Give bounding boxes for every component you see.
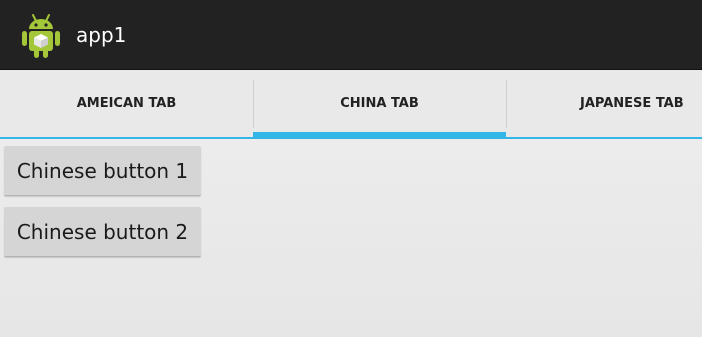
tab-content: Chinese button 1 Chinese button 2 xyxy=(0,141,702,337)
tab-label: AMEICAN TAB xyxy=(76,96,177,111)
android-robot-icon[interactable] xyxy=(22,12,60,58)
tab-strip: AMEICAN TAB CHINA TAB JAPANESE TAB xyxy=(0,70,702,139)
tab-american[interactable]: AMEICAN TAB xyxy=(0,70,253,137)
app-title: app1 xyxy=(76,22,127,47)
chinese-button-2[interactable]: Chinese button 2 xyxy=(4,207,201,257)
chinese-button-1[interactable]: Chinese button 1 xyxy=(4,146,201,196)
action-bar: app1 xyxy=(0,0,702,70)
tab-label: CHINA TAB xyxy=(340,96,419,111)
selected-tab-indicator xyxy=(253,132,506,138)
tab-japanese[interactable]: JAPANESE TAB xyxy=(506,70,702,137)
tab-label: JAPANESE TAB xyxy=(580,96,684,111)
tab-china[interactable]: CHINA TAB xyxy=(253,70,506,137)
